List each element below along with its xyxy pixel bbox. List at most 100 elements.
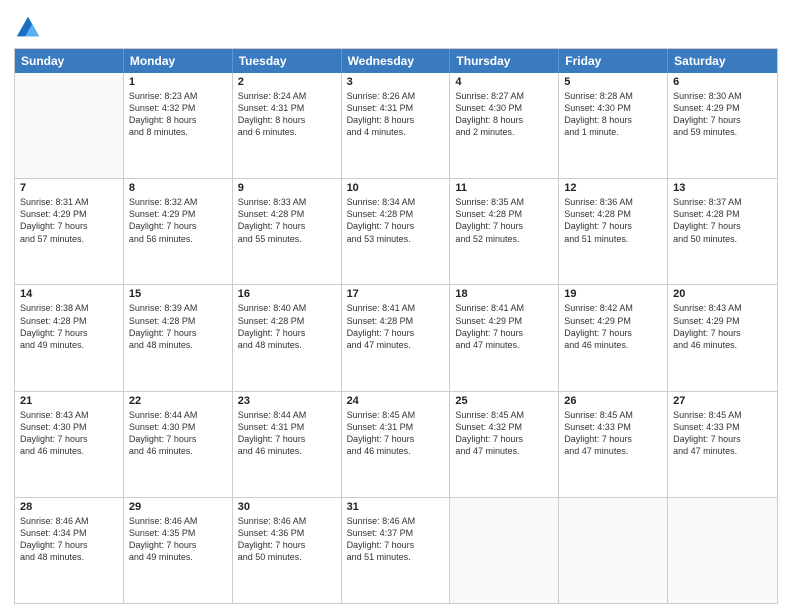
cell-line: Daylight: 7 hours <box>564 220 662 232</box>
cell-line: Sunset: 4:28 PM <box>564 208 662 220</box>
cell-line: and 46 minutes. <box>347 445 445 457</box>
header-day-sunday: Sunday <box>15 49 124 73</box>
cell-line: Daylight: 8 hours <box>238 114 336 126</box>
cell-line: and 51 minutes. <box>347 551 445 563</box>
cell-line: and 48 minutes. <box>20 551 118 563</box>
cell-line: Daylight: 7 hours <box>564 327 662 339</box>
cell-line: Sunrise: 8:35 AM <box>455 196 553 208</box>
cell-line: and 50 minutes. <box>673 233 772 245</box>
cell-line: and 8 minutes. <box>129 126 227 138</box>
cell-line: and 6 minutes. <box>238 126 336 138</box>
cell-line: Daylight: 8 hours <box>455 114 553 126</box>
cal-cell: 21Sunrise: 8:43 AMSunset: 4:30 PMDayligh… <box>15 392 124 497</box>
cell-line: Sunrise: 8:30 AM <box>673 90 772 102</box>
cal-cell: 18Sunrise: 8:41 AMSunset: 4:29 PMDayligh… <box>450 285 559 390</box>
day-number: 30 <box>238 501 336 513</box>
day-number: 17 <box>347 288 445 300</box>
cell-line: Daylight: 7 hours <box>238 327 336 339</box>
cell-line: Daylight: 7 hours <box>347 433 445 445</box>
cell-line: Sunset: 4:32 PM <box>455 421 553 433</box>
cell-line: Daylight: 8 hours <box>347 114 445 126</box>
cal-cell: 3Sunrise: 8:26 AMSunset: 4:31 PMDaylight… <box>342 73 451 178</box>
calendar-row-4: 28Sunrise: 8:46 AMSunset: 4:34 PMDayligh… <box>15 498 777 603</box>
cal-cell: 1Sunrise: 8:23 AMSunset: 4:32 PMDaylight… <box>124 73 233 178</box>
cell-line: Sunrise: 8:39 AM <box>129 302 227 314</box>
header-day-thursday: Thursday <box>450 49 559 73</box>
cell-line: Sunrise: 8:45 AM <box>673 409 772 421</box>
calendar-header-row: SundayMondayTuesdayWednesdayThursdayFrid… <box>15 49 777 73</box>
cell-line: and 46 minutes. <box>129 445 227 457</box>
cell-line: Sunrise: 8:23 AM <box>129 90 227 102</box>
cell-line: Daylight: 7 hours <box>673 220 772 232</box>
cell-line: Daylight: 7 hours <box>129 220 227 232</box>
day-number: 29 <box>129 501 227 513</box>
cell-line: and 47 minutes. <box>673 445 772 457</box>
day-number: 23 <box>238 395 336 407</box>
cell-line: Sunrise: 8:41 AM <box>455 302 553 314</box>
day-number: 24 <box>347 395 445 407</box>
cal-cell: 23Sunrise: 8:44 AMSunset: 4:31 PMDayligh… <box>233 392 342 497</box>
cell-line: Sunrise: 8:46 AM <box>20 515 118 527</box>
day-number: 13 <box>673 182 772 194</box>
cal-cell: 17Sunrise: 8:41 AMSunset: 4:28 PMDayligh… <box>342 285 451 390</box>
calendar-row-3: 21Sunrise: 8:43 AMSunset: 4:30 PMDayligh… <box>15 392 777 498</box>
cal-cell: 12Sunrise: 8:36 AMSunset: 4:28 PMDayligh… <box>559 179 668 284</box>
cell-line: and 49 minutes. <box>129 551 227 563</box>
cal-cell: 24Sunrise: 8:45 AMSunset: 4:31 PMDayligh… <box>342 392 451 497</box>
cell-line: Daylight: 7 hours <box>455 433 553 445</box>
header-day-saturday: Saturday <box>668 49 777 73</box>
cell-line: Sunset: 4:30 PM <box>129 421 227 433</box>
cell-line: and 50 minutes. <box>238 551 336 563</box>
cell-line: Sunrise: 8:34 AM <box>347 196 445 208</box>
header-day-friday: Friday <box>559 49 668 73</box>
cal-cell: 15Sunrise: 8:39 AMSunset: 4:28 PMDayligh… <box>124 285 233 390</box>
cal-cell: 11Sunrise: 8:35 AMSunset: 4:28 PMDayligh… <box>450 179 559 284</box>
cell-line: and 52 minutes. <box>455 233 553 245</box>
cell-line: Sunset: 4:33 PM <box>564 421 662 433</box>
cell-line: Sunrise: 8:44 AM <box>129 409 227 421</box>
cell-line: Sunset: 4:28 PM <box>673 208 772 220</box>
cell-line: Sunrise: 8:46 AM <box>129 515 227 527</box>
cal-cell: 13Sunrise: 8:37 AMSunset: 4:28 PMDayligh… <box>668 179 777 284</box>
day-number: 26 <box>564 395 662 407</box>
header-day-monday: Monday <box>124 49 233 73</box>
cell-line: Daylight: 7 hours <box>347 539 445 551</box>
cell-line: Daylight: 7 hours <box>20 433 118 445</box>
cell-line: Sunset: 4:28 PM <box>455 208 553 220</box>
cell-line: Daylight: 7 hours <box>129 433 227 445</box>
cell-line: Daylight: 7 hours <box>238 539 336 551</box>
calendar-row-1: 7Sunrise: 8:31 AMSunset: 4:29 PMDaylight… <box>15 179 777 285</box>
cal-cell: 9Sunrise: 8:33 AMSunset: 4:28 PMDaylight… <box>233 179 342 284</box>
cell-line: Sunset: 4:29 PM <box>455 315 553 327</box>
cell-line: Daylight: 8 hours <box>564 114 662 126</box>
cal-cell: 28Sunrise: 8:46 AMSunset: 4:34 PMDayligh… <box>15 498 124 603</box>
day-number: 28 <box>20 501 118 513</box>
cell-line: Sunset: 4:28 PM <box>129 315 227 327</box>
cell-line: Sunset: 4:28 PM <box>238 315 336 327</box>
cal-cell: 20Sunrise: 8:43 AMSunset: 4:29 PMDayligh… <box>668 285 777 390</box>
cell-line: Sunrise: 8:43 AM <box>20 409 118 421</box>
day-number: 8 <box>129 182 227 194</box>
cell-line: and 53 minutes. <box>347 233 445 245</box>
day-number: 20 <box>673 288 772 300</box>
cal-cell: 29Sunrise: 8:46 AMSunset: 4:35 PMDayligh… <box>124 498 233 603</box>
cal-cell: 16Sunrise: 8:40 AMSunset: 4:28 PMDayligh… <box>233 285 342 390</box>
cal-cell: 22Sunrise: 8:44 AMSunset: 4:30 PMDayligh… <box>124 392 233 497</box>
cell-line: Sunrise: 8:40 AM <box>238 302 336 314</box>
cell-line: Sunset: 4:31 PM <box>238 421 336 433</box>
logo-icon <box>14 14 42 42</box>
day-number: 18 <box>455 288 553 300</box>
cell-line: Daylight: 7 hours <box>20 327 118 339</box>
cell-line: Sunrise: 8:41 AM <box>347 302 445 314</box>
day-number: 14 <box>20 288 118 300</box>
cell-line: Daylight: 7 hours <box>673 114 772 126</box>
cell-line: Sunrise: 8:32 AM <box>129 196 227 208</box>
day-number: 10 <box>347 182 445 194</box>
cal-cell <box>450 498 559 603</box>
cell-line: Daylight: 7 hours <box>564 433 662 445</box>
cell-line: Sunset: 4:29 PM <box>129 208 227 220</box>
cell-line: Daylight: 7 hours <box>238 433 336 445</box>
cell-line: Sunrise: 8:27 AM <box>455 90 553 102</box>
cell-line: Sunset: 4:31 PM <box>238 102 336 114</box>
day-number: 19 <box>564 288 662 300</box>
